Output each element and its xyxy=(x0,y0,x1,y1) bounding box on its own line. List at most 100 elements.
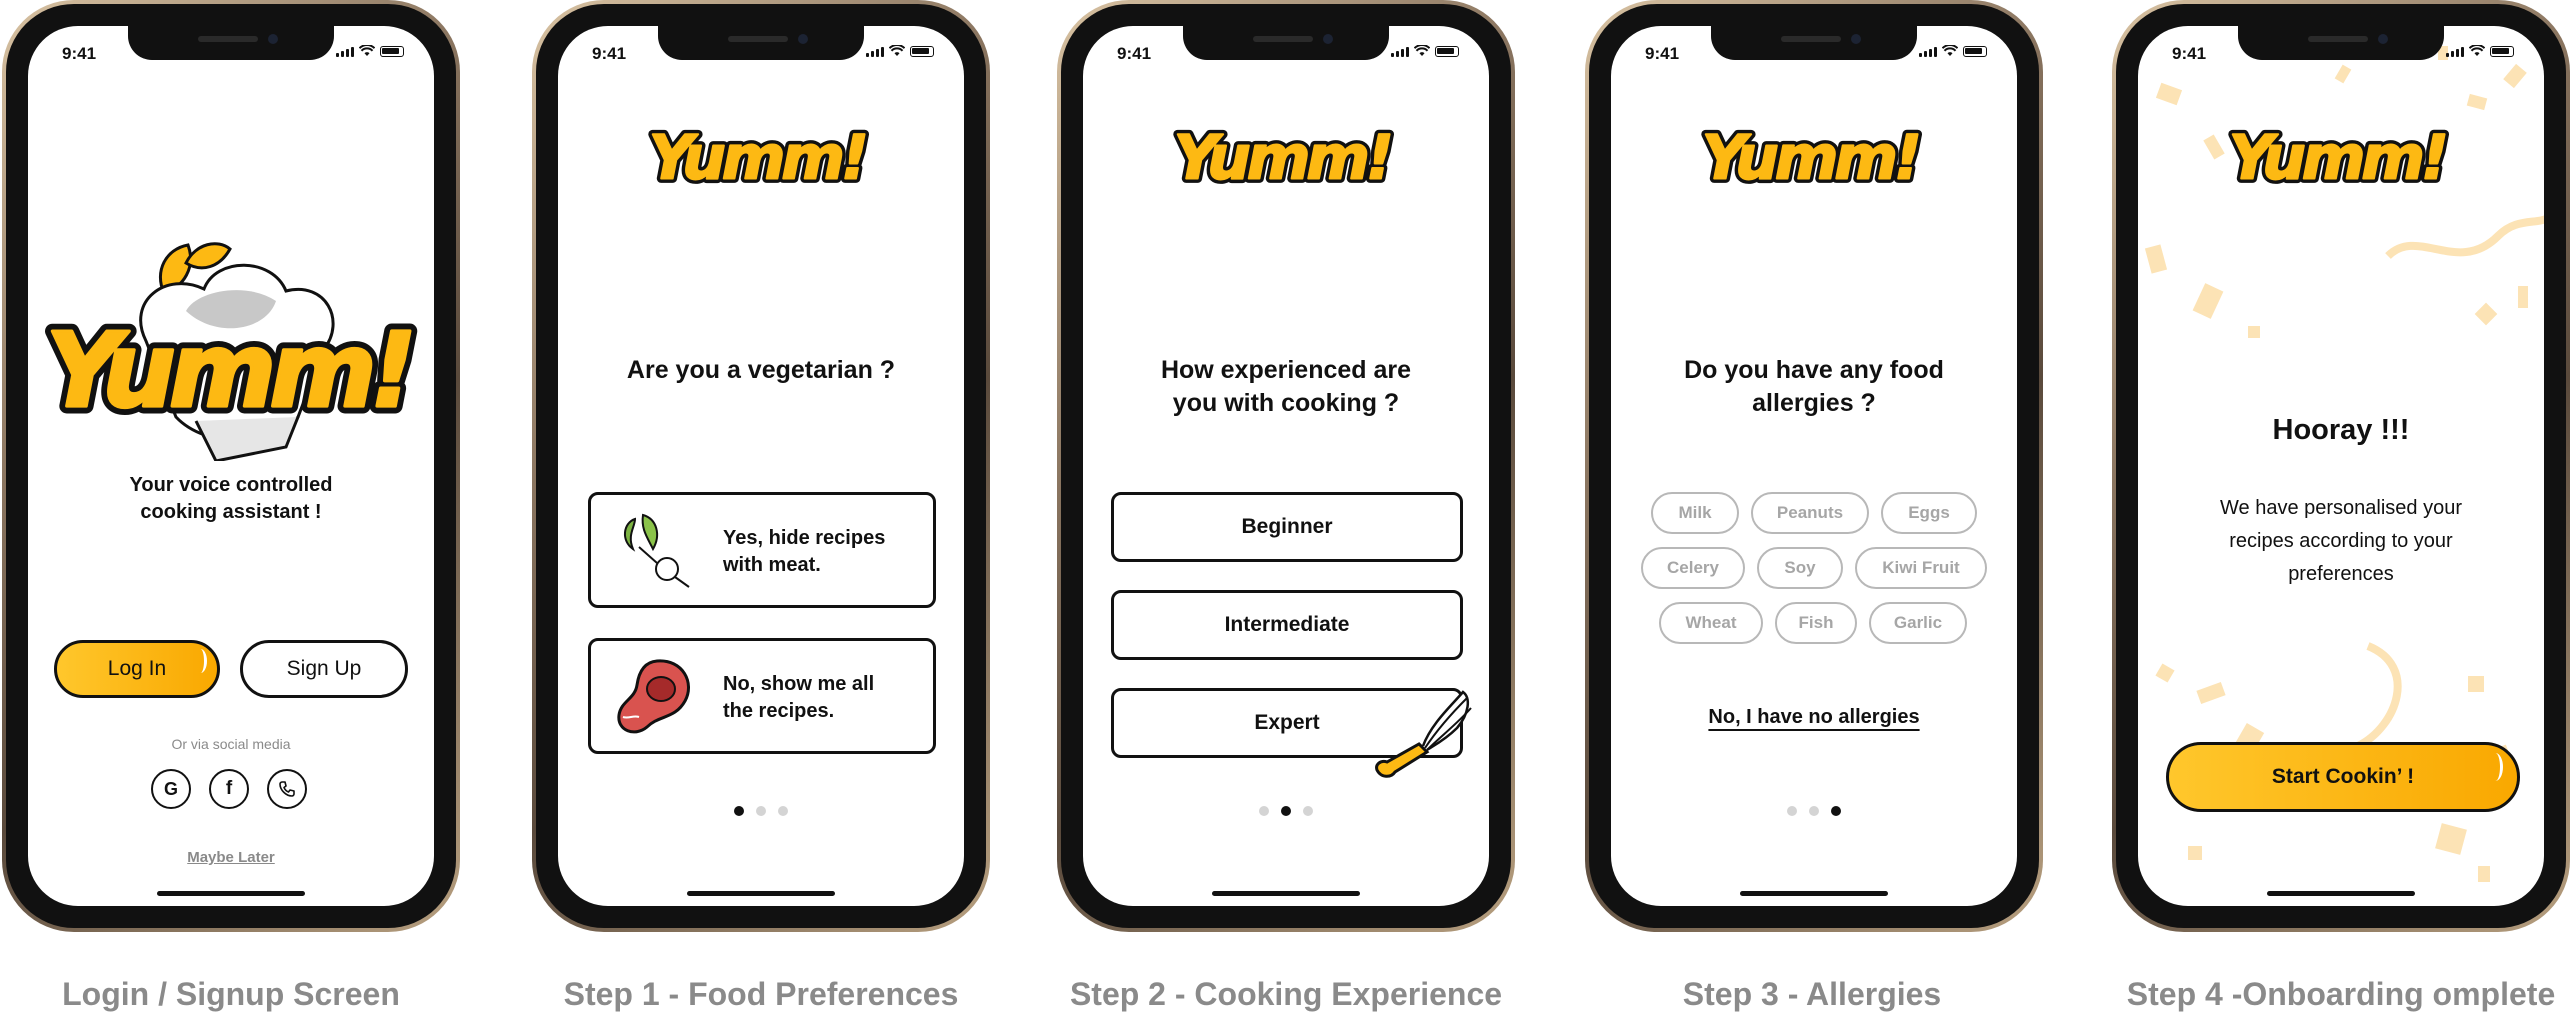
allergy-chip-peanuts[interactable]: Peanuts xyxy=(1751,492,1869,534)
phone-step3: 9:41 Do you have any food allergies ? Mi… xyxy=(1585,0,2043,932)
status-icons xyxy=(1919,45,1987,57)
status-time: 9:41 xyxy=(1117,44,1152,63)
message-line-3: preferences xyxy=(2288,563,2394,585)
wifi-icon xyxy=(1942,45,1958,57)
option-line-2: with meat. xyxy=(723,554,821,576)
option-beginner[interactable]: Beginner xyxy=(1111,492,1463,562)
question-title: How experienced are you with cooking ? xyxy=(1083,354,1489,420)
allergy-chip-wheat[interactable]: Wheat xyxy=(1659,602,1763,644)
question-line-1: Do you have any food xyxy=(1684,356,1944,384)
login-button[interactable]: Log In xyxy=(54,640,220,698)
notch xyxy=(658,26,864,60)
step4-screen: 9:41 Hooray !!! We have personalised you… xyxy=(2138,26,2544,906)
caption-step1: Step 1 - Food Preferences xyxy=(563,976,959,1012)
completion-message: We have personalised your recipes accord… xyxy=(2138,492,2544,591)
allergy-chip-garlic[interactable]: Garlic xyxy=(1869,602,1967,644)
facebook-login-button[interactable]: f xyxy=(209,769,249,809)
social-label: Or via social media xyxy=(171,736,291,752)
option-line-1: Yes, hide recipes xyxy=(723,527,886,549)
phone-login-button[interactable] xyxy=(267,769,307,809)
question-line-2: allergies ? xyxy=(1752,389,1876,417)
question-line-2: you with cooking ? xyxy=(1172,389,1400,417)
home-indicator xyxy=(1212,891,1360,896)
option-vegetarian-no[interactable]: No, show me all the recipes. xyxy=(588,638,936,754)
battery-icon xyxy=(1435,46,1459,57)
home-indicator xyxy=(1740,891,1888,896)
tagline-line-1: Your voice controlled xyxy=(129,474,333,496)
status-icons xyxy=(866,45,934,57)
option-vegetarian-yes[interactable]: Yes, hide recipes with meat. xyxy=(588,492,936,608)
phone-login-screen: 9:41 Your voice controlled cooking assis… xyxy=(2,0,460,932)
yumm-logo xyxy=(2223,121,2459,191)
notch xyxy=(1183,26,1389,60)
google-login-button[interactable]: G xyxy=(151,769,191,809)
allergy-chip-eggs[interactable]: Eggs xyxy=(1881,492,1977,534)
shine-icon xyxy=(2488,753,2503,781)
page-dot-2 xyxy=(1281,806,1291,816)
no-allergies-link[interactable]: No, I have no allergies xyxy=(1611,706,2017,729)
step1-screen: 9:41 Are you a vegetarian ? Yes, hide re… xyxy=(558,26,964,906)
wifi-icon xyxy=(1414,45,1430,57)
signal-icon xyxy=(1391,47,1409,57)
maybe-later-link[interactable]: Maybe Later xyxy=(28,849,434,866)
battery-icon xyxy=(380,46,404,57)
phone-step1: 9:41 Are you a vegetarian ? Yes, hide re… xyxy=(532,0,990,932)
yumm-logo xyxy=(643,121,879,191)
option-line-2: the recipes. xyxy=(723,700,835,722)
question-line-1: How experienced are xyxy=(1160,356,1412,384)
status-time: 9:41 xyxy=(2172,44,2207,63)
allergy-chip-celery[interactable]: Celery xyxy=(1641,547,1745,589)
wifi-icon xyxy=(889,45,905,57)
notch xyxy=(2238,26,2444,60)
page-dot-2 xyxy=(1809,806,1819,816)
signup-button[interactable]: Sign Up xyxy=(240,640,408,698)
battery-icon xyxy=(910,46,934,57)
radish-icon xyxy=(624,513,690,588)
page-dot-1 xyxy=(1787,806,1797,816)
battery-icon xyxy=(2490,46,2514,57)
tagline: Your voice controlled cooking assistant … xyxy=(28,472,434,526)
login-button-label: Log In xyxy=(107,657,167,680)
battery-icon xyxy=(1963,46,1987,57)
notch xyxy=(128,26,334,60)
google-icon: G xyxy=(163,778,178,799)
option-vegetarian-no-text: No, show me all the recipes. xyxy=(723,671,923,725)
wifi-icon xyxy=(359,45,375,57)
option-intermediate[interactable]: Intermediate xyxy=(1111,590,1463,660)
allergy-chip-fish[interactable]: Fish xyxy=(1775,602,1857,644)
status-icons xyxy=(1391,45,1459,57)
page-dot-2 xyxy=(756,806,766,816)
option-vegetarian-yes-text: Yes, hide recipes with meat. xyxy=(723,525,923,579)
signal-icon xyxy=(336,47,354,57)
tagline-line-2: cooking assistant ! xyxy=(140,501,322,523)
message-line-1: We have personalised your xyxy=(2220,497,2462,519)
message-line-2: recipes according to your xyxy=(2229,530,2453,552)
page-indicator xyxy=(1259,806,1313,816)
allergy-chip-kiwi-fruit[interactable]: Kiwi Fruit xyxy=(1855,547,1987,589)
caption-step4: Step 4 -Onboarding omplete xyxy=(2126,976,2556,1012)
status-icons xyxy=(2446,45,2514,57)
step3-screen: 9:41 Do you have any food allergies ? Mi… xyxy=(1611,26,2017,906)
shine-icon xyxy=(194,649,207,673)
home-indicator xyxy=(157,891,305,896)
status-time: 9:41 xyxy=(1645,44,1680,63)
login-screen: 9:41 Your voice controlled cooking assis… xyxy=(28,26,434,906)
status-time: 9:41 xyxy=(62,44,97,63)
step2-screen: 9:41 How experienced are you with cookin… xyxy=(1083,26,1489,906)
page-dot-3 xyxy=(1303,806,1313,816)
status-icons xyxy=(336,45,404,57)
page-indicator xyxy=(734,806,788,816)
status-time: 9:41 xyxy=(592,44,627,63)
notch xyxy=(1711,26,1917,60)
yumm-logo xyxy=(1696,121,1932,191)
allergy-chip-soy[interactable]: Soy xyxy=(1757,547,1843,589)
page-indicator xyxy=(1787,806,1841,816)
yumm-logo-large xyxy=(36,221,434,463)
start-cooking-label: Start Cookin’ ! xyxy=(2271,765,2415,788)
whisk-icon xyxy=(1375,690,1472,778)
allergy-chip-milk[interactable]: Milk xyxy=(1651,492,1739,534)
phone-step2: 9:41 How experienced are you with cookin… xyxy=(1057,0,1515,932)
wifi-icon xyxy=(2469,45,2485,57)
caption-step2: Step 2 - Cooking Experience xyxy=(1069,976,1503,1012)
start-cooking-button[interactable]: Start Cookin’ ! xyxy=(2166,742,2520,812)
